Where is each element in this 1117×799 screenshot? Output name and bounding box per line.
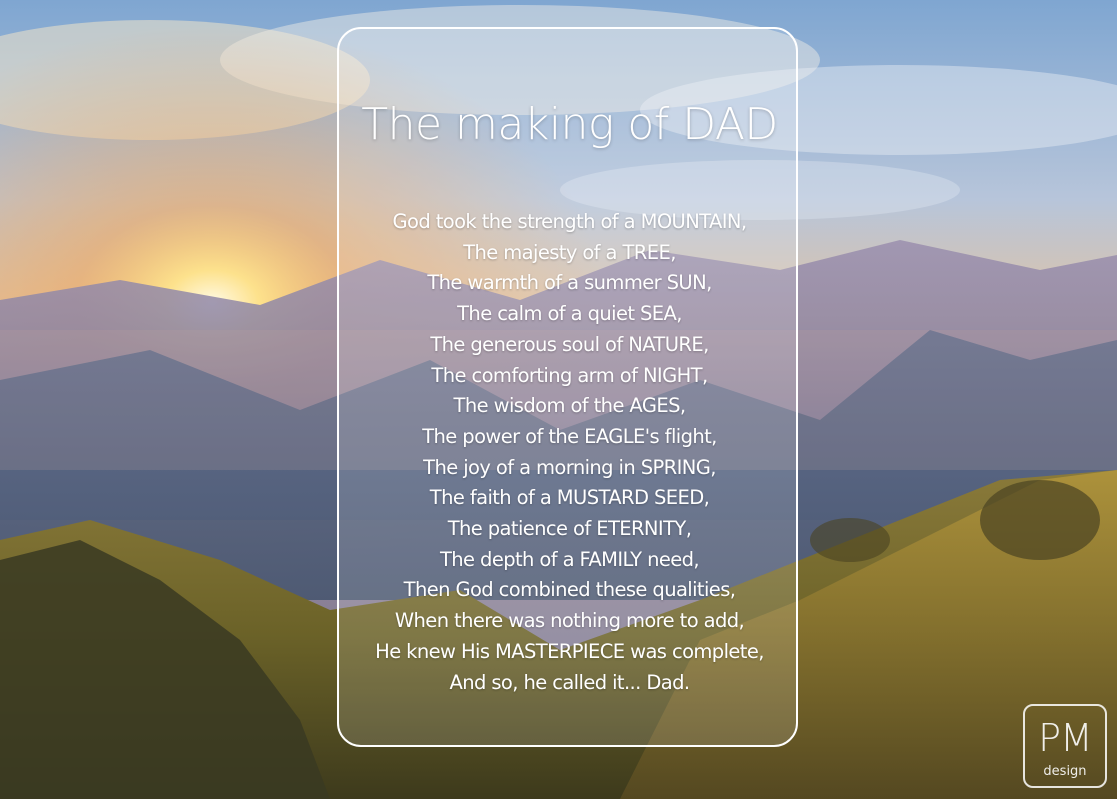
poem-line: The calm of a quiet SEA, [457, 302, 682, 326]
poem-line: The depth of a FAMILY need, [439, 547, 700, 571]
pm-design-logo: PM design [1023, 704, 1107, 788]
logo-subtitle: design [1043, 764, 1087, 779]
poem-title: The making of DAD [361, 99, 778, 150]
poem-line: The power of the EAGLE's flight, [422, 424, 717, 448]
poem-line: And so, he called it... Dad. [449, 670, 691, 694]
poem-body: God took the strength of a MOUNTAIN, The… [339, 207, 800, 698]
poem-line: The faith of a MUSTARD SEED, [429, 486, 710, 510]
poem-line: He knew His MASTERPIECE was complete, [375, 639, 764, 663]
poem-line: Then God combined these qualities, [403, 578, 736, 602]
poem-line: The joy of a morning in SPRING, [423, 455, 716, 479]
poem-line: The wisdom of the AGES, [453, 394, 687, 418]
poem-line: The warmth of a summer SUN, [427, 271, 712, 295]
poem-line: The majesty of a TREE, [463, 240, 676, 264]
poem-line: The comforting arm of NIGHT, [431, 363, 708, 387]
logo-monogram: PM [1038, 716, 1093, 760]
poem-line: The generous soul of NATURE, [430, 332, 709, 356]
poem-card: The making of DAD God took the strength … [337, 27, 798, 747]
poem-line: The patience of ETERNITY, [447, 517, 692, 541]
poem-line: When there was nothing more to add, [394, 609, 745, 633]
poem-line: God took the strength of a MOUNTAIN, [392, 210, 748, 233]
